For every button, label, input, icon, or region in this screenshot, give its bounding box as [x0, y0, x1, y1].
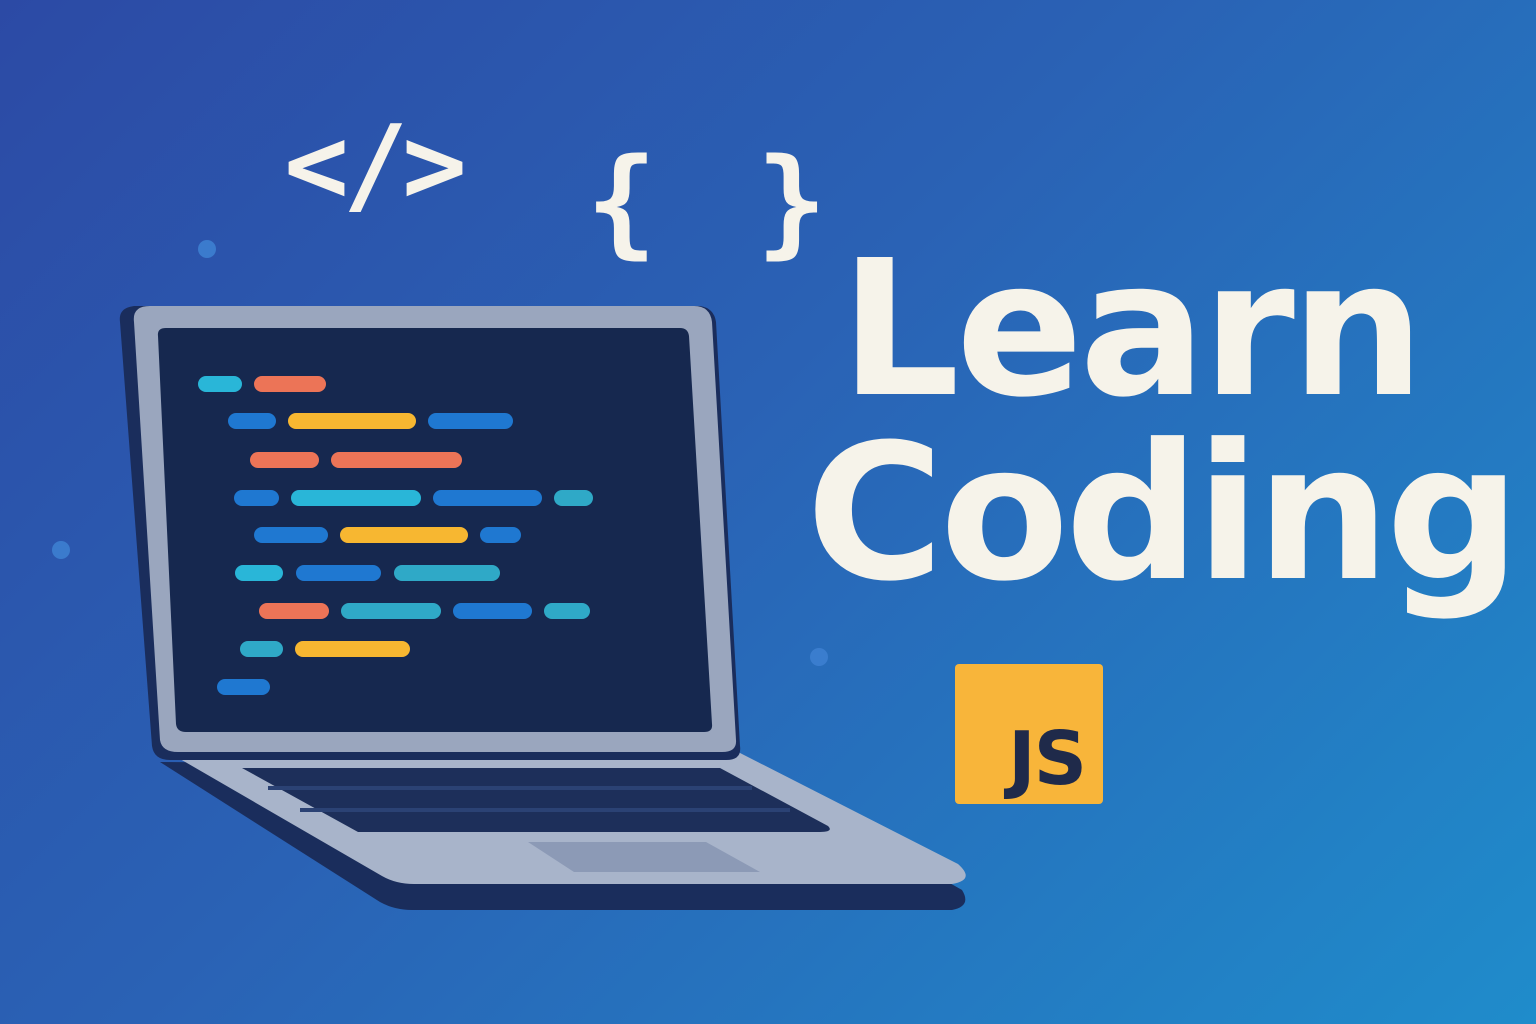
- js-badge-label: JS: [1008, 716, 1087, 802]
- headline-learn: Learn: [840, 220, 1425, 439]
- javascript-logo-icon: JS: [955, 664, 1103, 804]
- headline-coding: Coding: [806, 404, 1521, 623]
